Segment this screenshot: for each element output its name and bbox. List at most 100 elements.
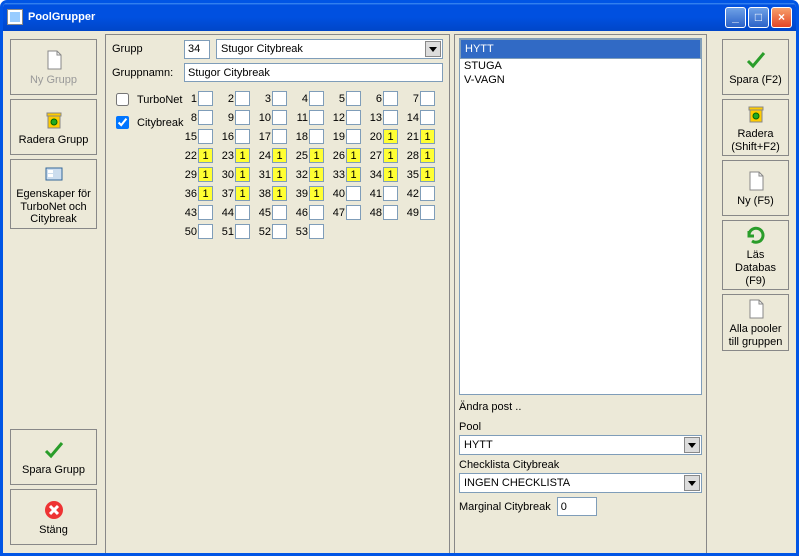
cell-input[interactable] [272,224,287,239]
spara-f2-button[interactable]: Spara (F2) [722,39,789,95]
marginal-input[interactable] [557,497,597,516]
cell-number: 49 [404,207,419,219]
grid-cell-7: 7 [404,91,435,106]
cell-input[interactable]: 1 [383,129,398,144]
cell-number: 19 [330,131,345,143]
cell-input[interactable] [198,110,213,125]
grid-cell-32: 321 [293,167,324,182]
cell-input[interactable] [198,91,213,106]
grid-cell-53: 53 [293,224,324,239]
cell-input[interactable]: 1 [309,186,324,201]
grid-cell-28: 281 [404,148,435,163]
cell-input[interactable] [272,91,287,106]
cell-input[interactable]: 1 [235,186,250,201]
gruppnamn-input[interactable] [184,63,443,82]
grid-cell-43: 43 [182,205,213,220]
grupp-select[interactable]: Stugor Citybreak [216,39,443,59]
cell-input[interactable]: 1 [383,167,398,182]
cell-input[interactable] [346,110,361,125]
cell-input[interactable]: 1 [272,167,287,182]
cell-input[interactable] [309,205,324,220]
cell-input[interactable] [272,205,287,220]
list-item[interactable]: HYTT [460,39,701,59]
turbonet-checkbox[interactable] [116,93,129,106]
egenskaper-button[interactable]: Egenskaper för TurboNet och Citybreak [10,159,97,229]
ny-grupp-button[interactable]: Ny Grupp [10,39,97,95]
button-label: Radera Grupp [19,134,89,147]
cell-input[interactable] [198,205,213,220]
cell-input[interactable] [272,110,287,125]
cell-input[interactable] [346,186,361,201]
cell-input[interactable] [383,91,398,106]
cell-input[interactable] [309,110,324,125]
cell-input[interactable]: 1 [309,148,324,163]
cell-input[interactable] [198,129,213,144]
pool-listbox[interactable]: HYTTSTUGAV-VAGN [459,38,702,395]
cell-input[interactable] [346,205,361,220]
cell-input[interactable] [383,110,398,125]
right-toolbar: Spara (F2)Radera (Shift+F2)Ny (F5)Läs Da… [718,34,793,550]
cell-input[interactable]: 1 [272,186,287,201]
cell-input[interactable]: 1 [383,148,398,163]
cell-input[interactable]: 1 [272,148,287,163]
cell-input[interactable] [420,91,435,106]
grid-cell-42: 42 [404,186,435,201]
minimize-button[interactable]: _ [725,7,746,28]
radera-grupp-button[interactable]: Radera Grupp [10,99,97,155]
cell-input[interactable] [420,186,435,201]
cell-input[interactable] [309,224,324,239]
alla-pooler-button[interactable]: Alla pooler till gruppen [722,294,789,351]
list-item[interactable]: STUGA [460,59,701,73]
grid-cell-10: 10 [256,110,287,125]
cell-input[interactable] [198,224,213,239]
las-databas-button[interactable]: Läs Databas (F9) [722,220,789,290]
ny-f5-button[interactable]: Ny (F5) [722,160,789,216]
cell-input[interactable] [383,186,398,201]
cell-number: 47 [330,207,345,219]
spara-grupp-button[interactable]: Spara Grupp [10,429,97,485]
cell-input[interactable]: 1 [198,148,213,163]
grupp-number-input[interactable] [184,40,210,59]
cell-input[interactable]: 1 [346,148,361,163]
cell-input[interactable]: 1 [420,167,435,182]
maximize-button[interactable]: □ [748,7,769,28]
grid-cell-36: 361 [182,186,213,201]
cell-input[interactable] [235,129,250,144]
pool-select[interactable]: HYTT [459,435,702,455]
gruppnamn-label: Gruppnamn: [112,67,178,79]
cell-number: 43 [182,207,197,219]
radera-shiftf2-button[interactable]: Radera (Shift+F2) [722,99,789,156]
checklista-select[interactable]: INGEN CHECKLISTA [459,473,702,493]
cell-input[interactable]: 1 [198,186,213,201]
checklista-select-value: INGEN CHECKLISTA [464,477,570,489]
cell-input[interactable] [383,205,398,220]
citybreak-checkbox[interactable] [116,116,129,129]
cell-input[interactable] [420,110,435,125]
cell-input[interactable] [309,91,324,106]
cell-input[interactable] [235,224,250,239]
cell-number: 25 [293,150,308,162]
grid-cell-4: 4 [293,91,324,106]
close-button[interactable]: × [771,7,792,28]
cell-input[interactable]: 1 [420,148,435,163]
cell-number: 35 [404,169,419,181]
cell-input[interactable]: 1 [235,167,250,182]
cell-input[interactable] [420,205,435,220]
list-item[interactable]: V-VAGN [460,73,701,87]
cell-input[interactable]: 1 [346,167,361,182]
cell-input[interactable] [272,129,287,144]
cell-input[interactable] [346,91,361,106]
cell-input[interactable]: 1 [309,167,324,182]
cell-input[interactable] [309,129,324,144]
cell-number: 9 [219,112,234,124]
cell-input[interactable] [235,205,250,220]
cell-input[interactable] [346,129,361,144]
cell-input[interactable] [235,91,250,106]
cell-input[interactable]: 1 [420,129,435,144]
cell-input[interactable]: 1 [198,167,213,182]
cell-input[interactable] [235,110,250,125]
stang-button[interactable]: Stäng [10,489,97,545]
cell-input[interactable]: 1 [235,148,250,163]
cell-number: 4 [293,93,308,105]
grid-cell-19: 19 [330,129,361,144]
